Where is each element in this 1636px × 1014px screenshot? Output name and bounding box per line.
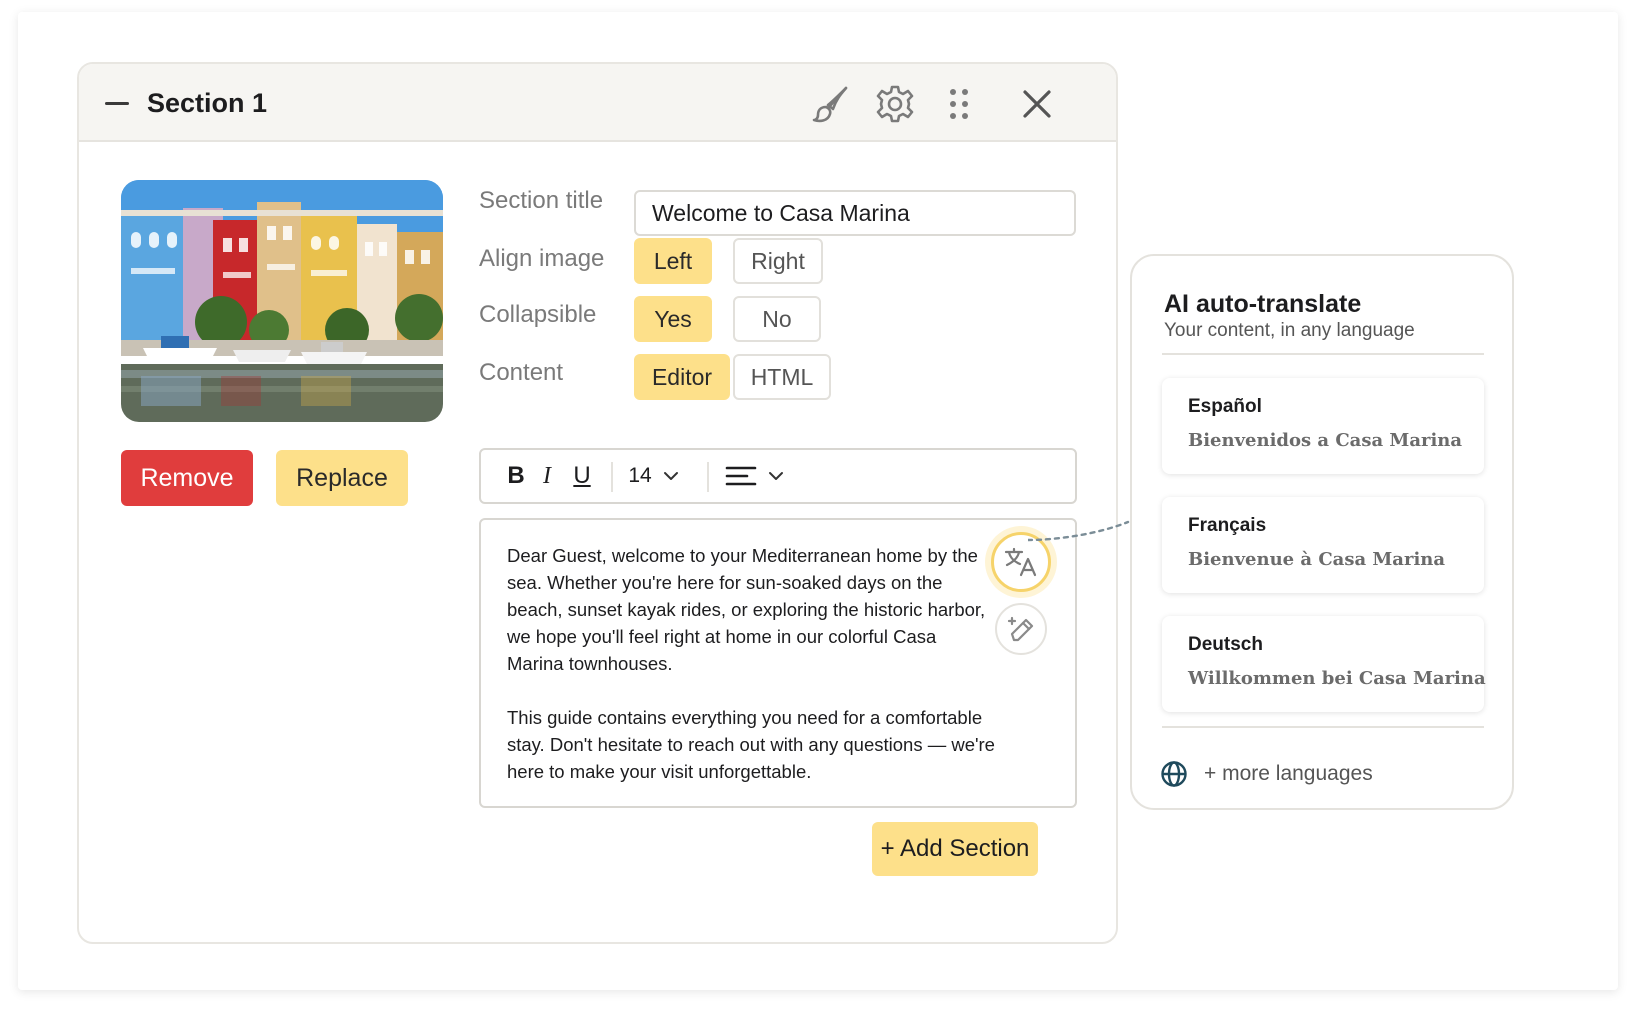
align-image-label: Align image <box>479 245 605 272</box>
gear-icon[interactable] <box>873 82 917 126</box>
collapse-icon[interactable] <box>105 102 129 105</box>
language-card-german[interactable]: Deutsch Willkommen bei Casa Marina <box>1162 616 1486 712</box>
section-title-label: Section title <box>479 187 604 214</box>
auto-translate-panel: AI auto-translate Your content, in any l… <box>1130 254 1514 810</box>
more-languages-link[interactable]: + more languages <box>1160 760 1373 788</box>
toolbar-divider <box>707 462 709 492</box>
translate-panel-title: AI auto-translate <box>1164 290 1362 318</box>
toolbar-divider <box>611 462 613 492</box>
section-title-input[interactable]: Welcome to Casa Marina <box>634 190 1076 236</box>
align-left-option[interactable]: Left <box>634 238 712 284</box>
editor-paragraph: Dear Guest, welcome to your Mediterranea… <box>507 545 986 674</box>
language-card-spanish[interactable]: Español Bienvenidos a Casa Marina <box>1162 378 1484 474</box>
language-name: Français <box>1188 515 1267 536</box>
language-name: Español <box>1188 396 1262 417</box>
editor-toolbar: B I U 14 <box>479 448 1077 504</box>
add-section-button[interactable]: + Add Section <box>872 822 1038 876</box>
collapsible-no-option[interactable]: No <box>733 296 821 342</box>
font-size-value: 14 <box>628 464 652 487</box>
replace-image-button[interactable]: Replace <box>276 450 408 506</box>
drag-handle-icon[interactable] <box>937 82 981 126</box>
language-card-french[interactable]: Français Bienvenue à Casa Marina <box>1162 497 1484 593</box>
font-size-select[interactable]: 14 <box>627 450 681 502</box>
townhouses-image <box>121 180 443 422</box>
align-text-select[interactable] <box>723 450 787 502</box>
align-left-icon <box>725 466 757 486</box>
underline-button[interactable]: U <box>567 450 597 502</box>
bold-button[interactable]: B <box>501 450 531 502</box>
collapsible-yes-option[interactable]: Yes <box>634 296 712 342</box>
more-languages-label: + more languages <box>1204 762 1373 785</box>
content-editor[interactable]: Dear Guest, welcome to your Mediterranea… <box>479 518 1077 808</box>
panel-divider <box>1162 353 1484 355</box>
language-name: Deutsch <box>1188 634 1263 655</box>
brush-icon[interactable] <box>809 82 853 126</box>
translated-title: Bienvenidos a Casa Marina <box>1188 430 1463 451</box>
content-label: Content <box>479 359 564 386</box>
collapsible-label: Collapsible <box>479 301 597 328</box>
section-header: Section 1 <box>79 64 1116 142</box>
editor-content[interactable]: Dear Guest, welcome to your Mediterranea… <box>507 542 995 785</box>
section-heading: Section 1 <box>147 88 268 118</box>
ai-magic-button[interactable] <box>995 603 1047 655</box>
translate-panel-subtitle: Your content, in any language <box>1164 320 1415 341</box>
panel-divider <box>1162 726 1484 728</box>
section-image <box>121 180 443 422</box>
translated-title: Willkommen bei Casa Marina <box>1188 668 1486 689</box>
section-card: Section 1 Remove Replace Section title W… <box>77 62 1118 944</box>
translate-icon <box>1004 547 1037 577</box>
italic-button[interactable]: I <box>535 450 559 502</box>
editor-paragraph: This guide contains everything you need … <box>507 707 995 782</box>
close-icon[interactable] <box>1015 82 1059 126</box>
align-right-option[interactable]: Right <box>733 238 823 284</box>
magic-pencil-icon <box>1007 616 1034 642</box>
chevron-down-icon <box>769 472 783 480</box>
translate-connector-line <box>1028 520 1130 542</box>
chevron-down-icon <box>663 472 678 480</box>
content-html-option[interactable]: HTML <box>733 354 831 400</box>
content-editor-option[interactable]: Editor <box>634 354 730 400</box>
translated-title: Bienvenue à Casa Marina <box>1188 549 1446 570</box>
remove-image-button[interactable]: Remove <box>121 450 253 506</box>
globe-icon <box>1161 761 1187 787</box>
